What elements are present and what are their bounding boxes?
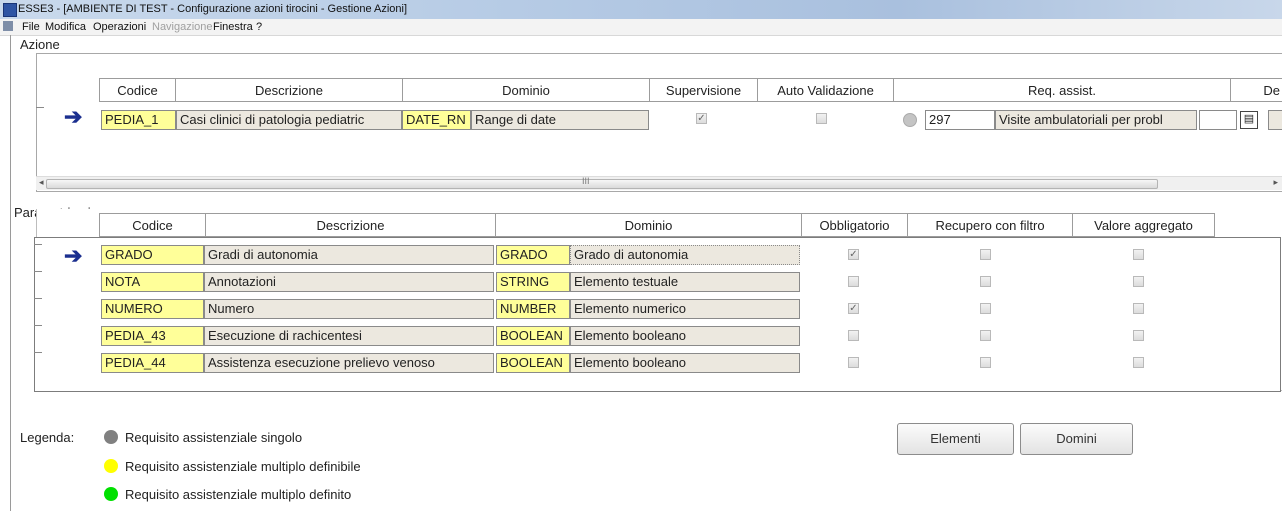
scroll-thumb[interactable]: III bbox=[46, 176, 1158, 189]
req-assist-extra-field[interactable] bbox=[1199, 110, 1237, 130]
param-codice-field[interactable]: PEDIA_44 bbox=[101, 353, 204, 373]
menu-modifica[interactable]: Modifica bbox=[45, 21, 86, 33]
obbligatorio-checkbox[interactable]: ✓ bbox=[848, 303, 859, 314]
current-row-arrow-icon: ➔ bbox=[64, 104, 83, 129]
menu-operazioni[interactable]: Operazioni bbox=[93, 21, 146, 33]
param-codice-field[interactable]: GRADO bbox=[101, 245, 204, 265]
param-codice-field[interactable]: PEDIA_43 bbox=[101, 326, 204, 346]
req-assist-status-indicator[interactable] bbox=[903, 113, 917, 127]
row-marker bbox=[34, 325, 42, 326]
req-assist-code-field[interactable]: 297 bbox=[925, 110, 995, 130]
title-bar: ESSE3 - [AMBIENTE DI TEST - Configurazio… bbox=[0, 0, 1282, 20]
menu-help[interactable]: ? bbox=[256, 21, 262, 33]
obbligatorio-checkbox[interactable]: ✓ bbox=[848, 249, 859, 260]
param-col-valore-aggregato: Valore aggregato bbox=[1072, 213, 1215, 237]
gray-dot-icon bbox=[104, 430, 118, 444]
legenda-label: Legenda: bbox=[20, 430, 75, 445]
azione-col-descrizione: Descrizione bbox=[175, 78, 403, 102]
param-codice-field[interactable]: NOTA bbox=[101, 272, 204, 292]
window-title: ESSE3 - [AMBIENTE DI TEST - Configurazio… bbox=[18, 3, 408, 15]
scroll-left-icon[interactable]: ◂ bbox=[39, 177, 44, 188]
yellow-dot-icon bbox=[104, 459, 118, 473]
azione-horizontal-scrollbar[interactable]: ◂ III ▸ bbox=[36, 176, 1282, 190]
param-col-codice: Codice bbox=[99, 213, 206, 237]
valore-aggregato-checkbox[interactable] bbox=[1133, 249, 1144, 260]
row-marker bbox=[34, 271, 42, 272]
azione-col-de: De bbox=[1230, 78, 1282, 102]
req-assist-desc-field: Visite ambulatoriali per probl bbox=[995, 110, 1197, 130]
param-col-recupero-filtro: Recupero con filtro bbox=[907, 213, 1073, 237]
azione-col-codice: Codice bbox=[99, 78, 176, 102]
azione-codice-field[interactable]: PEDIA_1 bbox=[101, 110, 176, 130]
azione-dominio-code-field[interactable]: DATE_RN bbox=[402, 110, 471, 130]
param-col-obbligatorio: Obbligatorio bbox=[801, 213, 908, 237]
param-col-descrizione: Descrizione bbox=[205, 213, 496, 237]
obbligatorio-checkbox[interactable] bbox=[848, 357, 859, 368]
recupero-filtro-checkbox[interactable] bbox=[980, 303, 991, 314]
azione-dominio-desc-field: Range di date bbox=[471, 110, 649, 130]
notes-icon[interactable]: ▤ bbox=[1240, 111, 1258, 129]
scroll-right-icon[interactable]: ▸ bbox=[1273, 177, 1278, 188]
row-marker bbox=[34, 352, 42, 353]
menu-navigazione: Navigazione bbox=[152, 21, 213, 33]
menu-bar: File Modifica Operazioni Navigazione Fin… bbox=[0, 19, 1282, 36]
recupero-filtro-checkbox[interactable] bbox=[980, 330, 991, 341]
azione-section-label: Azione bbox=[20, 37, 60, 52]
azione-col-supervisione: Supervisione bbox=[649, 78, 758, 102]
auto-validazione-checkbox[interactable] bbox=[816, 113, 827, 124]
param-dominio-code-field[interactable]: BOOLEAN bbox=[496, 326, 570, 346]
param-descrizione-field[interactable]: Numero bbox=[204, 299, 494, 319]
elementi-button[interactable]: Elementi bbox=[897, 423, 1014, 455]
param-col-dominio: Dominio bbox=[495, 213, 802, 237]
menu-finestra[interactable]: Finestra bbox=[213, 21, 253, 33]
obbligatorio-checkbox[interactable] bbox=[848, 276, 859, 287]
valore-aggregato-checkbox[interactable] bbox=[1133, 303, 1144, 314]
row-marker bbox=[34, 298, 42, 299]
legenda-item: Requisito assistenziale multiplo definib… bbox=[125, 459, 361, 474]
obbligatorio-checkbox[interactable] bbox=[848, 330, 859, 341]
valore-aggregato-checkbox[interactable] bbox=[1133, 276, 1144, 287]
document-icon[interactable] bbox=[3, 21, 13, 31]
param-dominio-desc-field: Elemento testuale bbox=[570, 272, 800, 292]
frame-border bbox=[10, 35, 11, 511]
param-descrizione-field[interactable]: Esecuzione di rachicentesi bbox=[204, 326, 494, 346]
de-field-partial bbox=[1268, 110, 1282, 130]
param-dominio-desc-field: Elemento numerico bbox=[570, 299, 800, 319]
green-dot-icon bbox=[104, 487, 118, 501]
recupero-filtro-checkbox[interactable] bbox=[980, 276, 991, 287]
menu-file[interactable]: File bbox=[22, 21, 40, 33]
supervisione-checkbox[interactable]: ✓ bbox=[696, 113, 707, 124]
recupero-filtro-checkbox[interactable] bbox=[980, 249, 991, 260]
param-descrizione-field[interactable]: Gradi di autonomia bbox=[204, 245, 494, 265]
param-descrizione-field[interactable]: Assistenza esecuzione prelievo venoso bbox=[204, 353, 494, 373]
row-marker bbox=[34, 244, 42, 245]
current-row-arrow-icon: ➔ bbox=[64, 243, 83, 268]
legenda-item: Requisito assistenziale multiplo definit… bbox=[125, 487, 352, 502]
domini-button[interactable]: Domini bbox=[1020, 423, 1133, 455]
azione-descrizione-field[interactable]: Casi clinici di patologia pediatric bbox=[176, 110, 402, 130]
app-icon bbox=[3, 3, 17, 17]
valore-aggregato-checkbox[interactable] bbox=[1133, 357, 1144, 368]
azione-col-dominio: Dominio bbox=[402, 78, 650, 102]
param-dominio-code-field[interactable]: GRADO bbox=[496, 245, 570, 265]
param-dominio-desc-field: Elemento booleano bbox=[570, 353, 800, 373]
azione-col-auto-validazione: Auto Validazione bbox=[757, 78, 894, 102]
row-marker bbox=[36, 107, 44, 108]
param-dominio-code-field[interactable]: STRING bbox=[496, 272, 570, 292]
recupero-filtro-checkbox[interactable] bbox=[980, 357, 991, 368]
param-codice-field[interactable]: NUMERO bbox=[101, 299, 204, 319]
param-dominio-code-field[interactable]: BOOLEAN bbox=[496, 353, 570, 373]
param-dominio-desc-field: Grado di autonomia bbox=[570, 245, 800, 265]
valore-aggregato-checkbox[interactable] bbox=[1133, 330, 1144, 341]
param-dominio-desc-field: Elemento booleano bbox=[570, 326, 800, 346]
azione-col-req-assist: Req. assist. bbox=[893, 78, 1231, 102]
param-descrizione-field[interactable]: Annotazioni bbox=[204, 272, 494, 292]
legenda-item: Requisito assistenziale singolo bbox=[125, 430, 303, 445]
param-dominio-code-field[interactable]: NUMBER bbox=[496, 299, 570, 319]
